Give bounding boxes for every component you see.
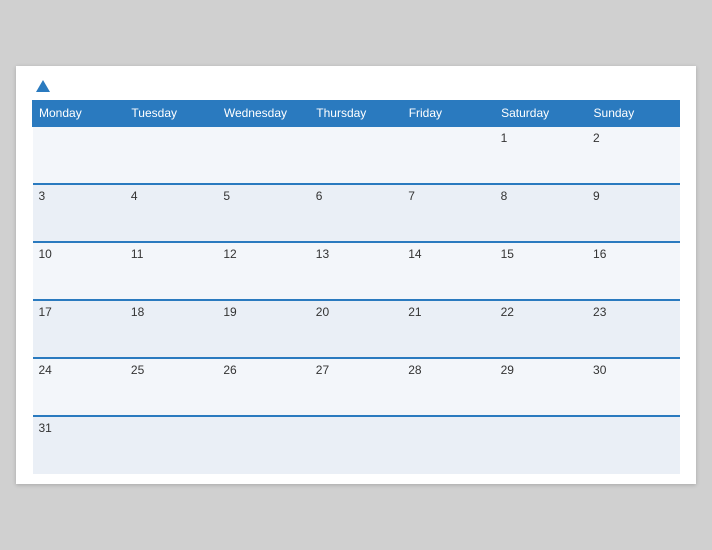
day-number: 16 — [593, 247, 606, 261]
weekday-header: Tuesday — [125, 101, 217, 127]
calendar-day-cell: 3 — [33, 184, 125, 242]
calendar-day-cell: 21 — [402, 300, 494, 358]
day-number: 25 — [131, 363, 144, 377]
calendar-header — [32, 82, 680, 92]
day-number: 13 — [316, 247, 329, 261]
calendar-day-cell: 29 — [495, 358, 587, 416]
day-number: 30 — [593, 363, 606, 377]
calendar-day-cell: 11 — [125, 242, 217, 300]
day-number: 31 — [39, 421, 52, 435]
calendar-day-cell: 20 — [310, 300, 402, 358]
day-number: 4 — [131, 189, 138, 203]
day-number: 1 — [501, 131, 508, 145]
calendar-week-row: 3 4 5 6 7 8 9 — [33, 184, 680, 242]
day-number: 6 — [316, 189, 323, 203]
day-number: 2 — [593, 131, 600, 145]
weekday-header: Monday — [33, 101, 125, 127]
day-number: 28 — [408, 363, 421, 377]
day-number: 24 — [39, 363, 52, 377]
day-number: 12 — [223, 247, 236, 261]
day-number: 20 — [316, 305, 329, 319]
day-number: 15 — [501, 247, 514, 261]
calendar-day-cell: 24 — [33, 358, 125, 416]
calendar-day-cell: 10 — [33, 242, 125, 300]
day-number: 10 — [39, 247, 52, 261]
calendar-day-cell — [310, 126, 402, 184]
calendar-day-cell: 18 — [125, 300, 217, 358]
calendar-day-cell: 23 — [587, 300, 679, 358]
logo-triangle-icon — [36, 80, 50, 92]
calendar-day-cell: 31 — [33, 416, 125, 474]
weekday-header: Sunday — [587, 101, 679, 127]
calendar-day-cell: 14 — [402, 242, 494, 300]
calendar-day-cell — [125, 126, 217, 184]
day-number: 18 — [131, 305, 144, 319]
day-number: 5 — [223, 189, 230, 203]
calendar-day-cell — [402, 416, 494, 474]
calendar-day-cell: 19 — [217, 300, 309, 358]
day-number: 8 — [501, 189, 508, 203]
calendar-day-cell: 30 — [587, 358, 679, 416]
calendar-day-cell — [217, 416, 309, 474]
day-number: 27 — [316, 363, 329, 377]
calendar-week-row: 24 25 26 27 28 29 30 — [33, 358, 680, 416]
calendar-day-cell: 28 — [402, 358, 494, 416]
weekday-header: Wednesday — [217, 101, 309, 127]
calendar-body: 1234567891011121314151617181920212223242… — [33, 126, 680, 474]
day-number: 3 — [39, 189, 46, 203]
day-number: 7 — [408, 189, 415, 203]
calendar-day-cell: 8 — [495, 184, 587, 242]
calendar-day-cell — [587, 416, 679, 474]
calendar-week-row: 31 — [33, 416, 680, 474]
weekday-header: Friday — [402, 101, 494, 127]
weekday-header: Thursday — [310, 101, 402, 127]
calendar-day-cell: 5 — [217, 184, 309, 242]
calendar-day-cell: 27 — [310, 358, 402, 416]
calendar-day-cell — [33, 126, 125, 184]
calendar-day-cell: 9 — [587, 184, 679, 242]
day-number: 14 — [408, 247, 421, 261]
calendar-day-cell: 13 — [310, 242, 402, 300]
day-number: 17 — [39, 305, 52, 319]
calendar-grid: MondayTuesdayWednesdayThursdayFridaySatu… — [32, 100, 680, 474]
calendar-day-cell: 22 — [495, 300, 587, 358]
calendar-day-cell — [125, 416, 217, 474]
calendar-day-cell: 2 — [587, 126, 679, 184]
calendar-day-cell: 1 — [495, 126, 587, 184]
calendar-day-cell — [217, 126, 309, 184]
day-number: 19 — [223, 305, 236, 319]
calendar-day-cell: 6 — [310, 184, 402, 242]
logo — [32, 82, 50, 92]
calendar-day-cell: 15 — [495, 242, 587, 300]
calendar-day-cell: 16 — [587, 242, 679, 300]
calendar-day-cell — [495, 416, 587, 474]
calendar-day-cell: 17 — [33, 300, 125, 358]
day-number: 11 — [131, 247, 143, 261]
calendar-day-cell — [402, 126, 494, 184]
calendar-weekdays-row: MondayTuesdayWednesdayThursdayFridaySatu… — [33, 101, 680, 127]
calendar-day-cell: 25 — [125, 358, 217, 416]
day-number: 9 — [593, 189, 600, 203]
day-number: 21 — [408, 305, 421, 319]
calendar-day-cell — [310, 416, 402, 474]
calendar-week-row: 12 — [33, 126, 680, 184]
calendar-day-cell: 12 — [217, 242, 309, 300]
day-number: 29 — [501, 363, 514, 377]
day-number: 23 — [593, 305, 606, 319]
weekday-header: Saturday — [495, 101, 587, 127]
calendar-week-row: 10 11 12 13 14 15 16 — [33, 242, 680, 300]
calendar-day-cell: 4 — [125, 184, 217, 242]
calendar-day-cell: 7 — [402, 184, 494, 242]
calendar-container: MondayTuesdayWednesdayThursdayFridaySatu… — [16, 66, 696, 484]
calendar-week-row: 17 18 19 20 21 22 23 — [33, 300, 680, 358]
day-number: 22 — [501, 305, 514, 319]
day-number: 26 — [223, 363, 236, 377]
calendar-day-cell: 26 — [217, 358, 309, 416]
